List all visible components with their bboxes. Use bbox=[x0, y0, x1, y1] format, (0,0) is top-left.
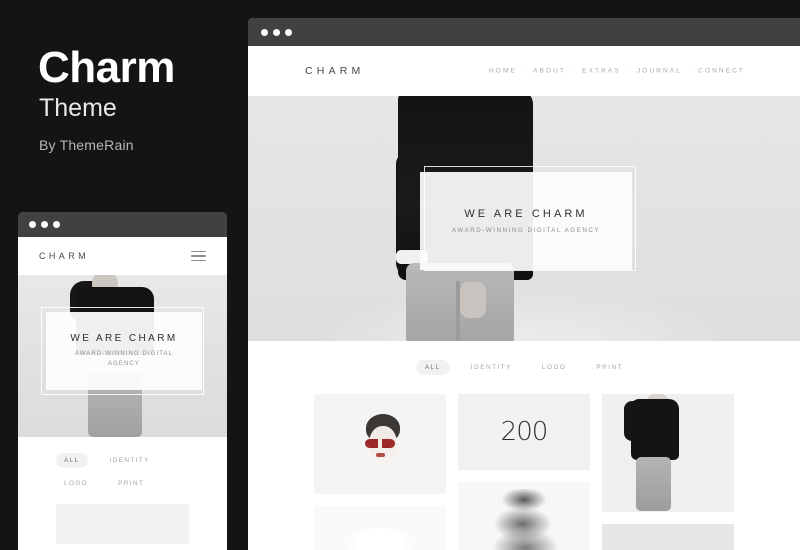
hero-title: WE ARE CHARM bbox=[464, 208, 588, 220]
mobile-filter-print[interactable]: PRINT bbox=[110, 476, 152, 491]
hamburger-icon[interactable] bbox=[191, 250, 206, 262]
promo-title: Charm bbox=[38, 43, 175, 92]
thumb-lips bbox=[376, 453, 385, 457]
minimize-dot-icon[interactable] bbox=[273, 28, 280, 36]
close-dot-icon[interactable] bbox=[261, 28, 268, 36]
nav-separator: · bbox=[572, 67, 576, 75]
desktop-site-header: CHARM HOME · ABOUT · EXTRAS · JOURNAL · … bbox=[248, 46, 800, 96]
hamburger-bar bbox=[191, 255, 206, 257]
portfolio-item-dark-portrait[interactable] bbox=[602, 524, 734, 550]
mobile-filter-identity[interactable]: IDENTITY bbox=[102, 453, 158, 468]
filter-logo[interactable]: LOGO bbox=[533, 360, 575, 375]
mobile-filter-logo[interactable]: LOGO bbox=[56, 476, 96, 491]
mobile-portfolio-item[interactable] bbox=[56, 504, 189, 544]
thumb-pants bbox=[636, 456, 671, 511]
promo-subtitle: Theme bbox=[39, 94, 117, 122]
mobile-portfolio-filter-bar: ALL IDENTITY LOGO PRINT bbox=[56, 453, 189, 491]
portfolio-filter-bar: ALL IDENTITY LOGO PRINT bbox=[248, 360, 800, 375]
thumb-dome bbox=[341, 528, 419, 550]
thumb-body bbox=[631, 398, 679, 461]
nav-separator: · bbox=[627, 67, 630, 75]
hero-subtitle: AWARD-WINNING DIGITAL AGENCY bbox=[451, 227, 601, 234]
mobile-portfolio-section: ALL IDENTITY LOGO PRINT bbox=[18, 437, 227, 544]
promo-author: By ThemeRain bbox=[39, 137, 134, 153]
filter-identity[interactable]: IDENTITY bbox=[462, 360, 521, 375]
mobile-filter-all[interactable]: ALL bbox=[56, 453, 88, 468]
hamburger-bar bbox=[191, 250, 206, 253]
portfolio-column: 200 bbox=[458, 394, 590, 550]
filter-all[interactable]: ALL bbox=[415, 360, 450, 375]
maximize-dot-icon[interactable] bbox=[53, 221, 60, 228]
mobile-titlebar bbox=[18, 212, 227, 237]
desktop-browser-window: CHARM HOME · ABOUT · EXTRAS · JOURNAL · … bbox=[248, 18, 800, 550]
figure-hand bbox=[460, 282, 486, 318]
portfolio-item-double-exposure-smoke-portrait[interactable] bbox=[458, 482, 590, 550]
window-controls bbox=[261, 18, 787, 46]
nav-separator: · bbox=[523, 67, 527, 75]
portfolio-item-man-in-black-hoodie[interactable] bbox=[602, 394, 734, 512]
nav-item-about[interactable]: ABOUT bbox=[533, 68, 566, 75]
desktop-portfolio-section: ALL IDENTITY LOGO PRINT 200 bbox=[248, 341, 800, 550]
nav-item-extras[interactable]: EXTRAS bbox=[582, 68, 621, 75]
desktop-titlebar bbox=[248, 18, 800, 46]
nav-separator: · bbox=[688, 67, 692, 75]
portfolio-column bbox=[314, 394, 446, 550]
thumb-sunglasses bbox=[365, 439, 395, 448]
main-navigation: HOME · ABOUT · EXTRAS · JOURNAL · CONNEC… bbox=[489, 68, 745, 75]
mobile-site-header: CHARM bbox=[18, 237, 227, 275]
filter-print[interactable]: PRINT bbox=[587, 360, 632, 375]
nav-item-journal[interactable]: JOURNAL bbox=[637, 68, 682, 75]
portfolio-grid: 200 bbox=[248, 394, 800, 550]
mobile-browser-window: CHARM WE ARE CHARM AWARD-WINNING DIGITAL… bbox=[18, 212, 227, 550]
mobile-site-logo[interactable]: CHARM bbox=[39, 251, 89, 261]
minimize-dot-icon[interactable] bbox=[41, 221, 48, 228]
mobile-hero-title: WE ARE CHARM bbox=[70, 333, 178, 345]
thumb-smoke bbox=[489, 488, 559, 550]
portfolio-item-teal-triangles-portrait[interactable] bbox=[314, 506, 446, 550]
mobile-hero-section: WE ARE CHARM AWARD-WINNING DIGITAL AGENC… bbox=[18, 275, 227, 437]
hero-card: WE ARE CHARM AWARD-WINNING DIGITAL AGENC… bbox=[420, 172, 632, 270]
maximize-dot-icon[interactable] bbox=[285, 28, 292, 36]
site-logo[interactable]: CHARM bbox=[305, 65, 365, 77]
mobile-hero-card: WE ARE CHARM AWARD-WINNING DIGITAL AGENC… bbox=[46, 312, 202, 390]
window-controls bbox=[29, 212, 216, 237]
thumb-number-label: 200 bbox=[500, 417, 549, 447]
portfolio-column bbox=[602, 394, 734, 550]
nav-item-connect[interactable]: CONNECT bbox=[698, 68, 745, 75]
mobile-hero-subtitle: AWARD-WINNING DIGITAL AGENCY bbox=[74, 351, 174, 367]
desktop-hero-section: WE ARE CHARM AWARD-WINNING DIGITAL AGENC… bbox=[248, 96, 800, 341]
nav-item-home[interactable]: HOME bbox=[489, 68, 517, 75]
portfolio-item-number-200[interactable]: 200 bbox=[458, 394, 590, 470]
hamburger-bar bbox=[191, 259, 206, 262]
portfolio-item-woman-with-red-sunglasses[interactable] bbox=[314, 394, 446, 494]
close-dot-icon[interactable] bbox=[29, 221, 36, 228]
